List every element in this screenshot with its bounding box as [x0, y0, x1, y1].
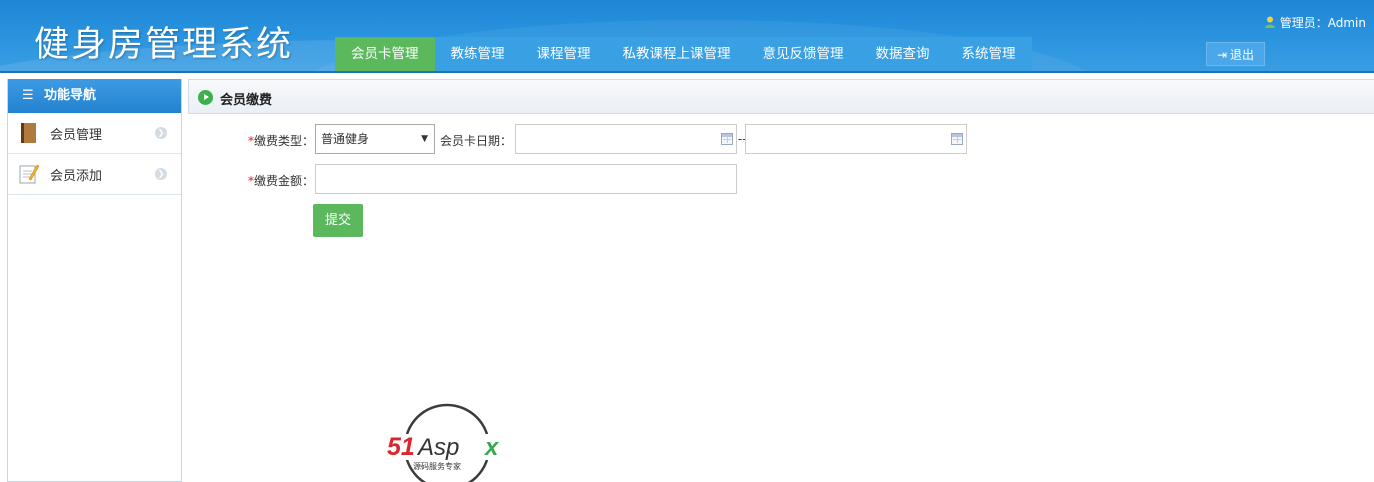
- fee-type-label: *缴费类型：: [248, 132, 314, 149]
- book-icon: [21, 123, 36, 143]
- fee-type-selected: 普通健身: [321, 132, 370, 146]
- app-title: 健身房管理系统: [34, 25, 294, 65]
- nav-tab-data-query[interactable]: 数据查询: [860, 37, 946, 71]
- sidebar-item-label: 会员添加: [50, 168, 103, 184]
- top-nav: 会员卡管理 教练管理 课程管理 私教课程上课管理 意见反馈管理 数据查询 系统管…: [335, 37, 1032, 71]
- header-divider: [0, 71, 1374, 73]
- amount-label-text: 缴费金额：: [254, 174, 315, 188]
- edit-note-icon: [19, 164, 40, 184]
- nav-tab-coach[interactable]: 教练管理: [435, 37, 521, 71]
- svg-text:Asp: Asp: [416, 434, 459, 461]
- chevron-right-icon: ❯: [155, 127, 167, 139]
- svg-text:x: x: [483, 434, 500, 461]
- nav-tab-course[interactable]: 课程管理: [521, 37, 607, 71]
- nav-tab-system[interactable]: 系统管理: [946, 37, 1032, 71]
- sidebar-header: ☰ 功能导航: [8, 79, 181, 113]
- sidebar-item-member-manage[interactable]: 会员管理 ❯: [8, 113, 181, 154]
- nav-tab-feedback[interactable]: 意见反馈管理: [747, 37, 860, 71]
- logout-icon: ⇥: [1216, 48, 1228, 62]
- watermark-logo: 51 Asp x 源码服务专家: [385, 403, 515, 482]
- amount-input[interactable]: [315, 164, 737, 194]
- fee-type-select[interactable]: 普通健身 ▼: [315, 124, 435, 154]
- logout-button[interactable]: ⇥ 退出: [1206, 42, 1265, 66]
- sidebar-item-label: 会员管理: [50, 127, 103, 143]
- sidebar-item-member-add[interactable]: 会员添加 ❯: [8, 154, 181, 195]
- header-bar: 健身房管理系统 会员卡管理 教练管理 课程管理 私教课程上课管理 意见反馈管理 …: [0, 0, 1374, 73]
- calendar-icon[interactable]: [721, 133, 733, 145]
- fee-type-label-text: 缴费类型：: [254, 134, 315, 148]
- svg-text:源码服务专家: 源码服务专家: [413, 461, 461, 471]
- date-end-field[interactable]: [745, 124, 967, 154]
- sidebar-header-label: 功能导航: [44, 88, 97, 103]
- svg-text:51: 51: [387, 433, 415, 461]
- chevron-right-icon: ❯: [155, 168, 167, 180]
- dropdown-arrow-icon: ▼: [421, 134, 428, 144]
- sidebar: ☰ 功能导航 会员管理 ❯ 会员添加 ❯: [7, 79, 182, 482]
- user-label: 管理员：Admin: [1279, 16, 1366, 30]
- nav-tab-private-class[interactable]: 私教课程上课管理: [607, 37, 747, 71]
- page-title: 会员缴费: [220, 93, 273, 108]
- list-icon: ☰: [22, 88, 34, 103]
- date-start-field[interactable]: [515, 124, 737, 154]
- submit-button[interactable]: 提交: [313, 204, 363, 237]
- nav-tab-member-card[interactable]: 会员卡管理: [335, 37, 435, 71]
- card-date-label: 会员卡日期：: [440, 134, 513, 148]
- play-circle-icon: [198, 90, 213, 105]
- user-info: 管理员：Admin: [1264, 14, 1366, 31]
- panel-header: 会员缴费: [188, 79, 1374, 114]
- logout-label: 退出: [1230, 48, 1255, 62]
- user-icon: [1264, 16, 1275, 28]
- amount-label: *缴费金额：: [248, 172, 314, 189]
- calendar-icon[interactable]: [951, 133, 963, 145]
